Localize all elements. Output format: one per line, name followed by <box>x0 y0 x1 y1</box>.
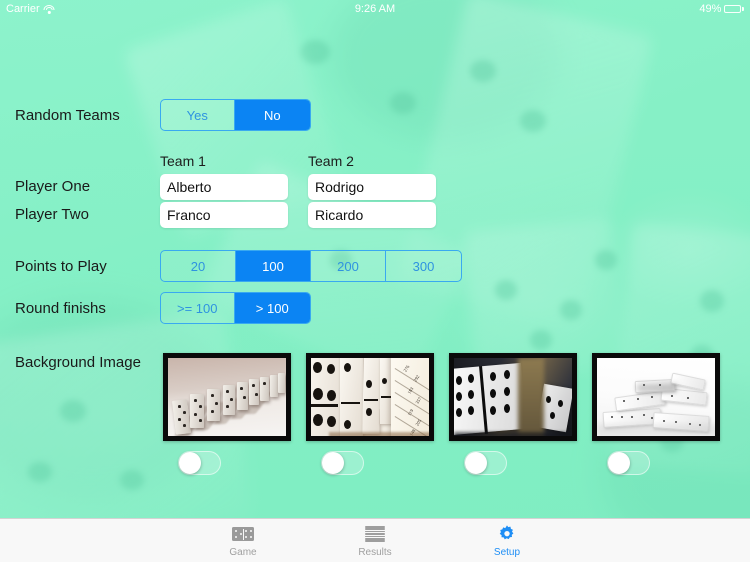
round-finishs-option-gte-100[interactable]: >= 100 <box>161 293 235 323</box>
points-option-20[interactable]: 20 <box>161 251 236 281</box>
round-finishs-segmented-control[interactable]: >= 100 > 100 <box>160 292 311 324</box>
background-image-label: Background Image <box>15 354 141 371</box>
background-thumbnail-domino-white-pile[interactable] <box>592 353 720 441</box>
background-thumbnail-domino-closeup-scoresheet[interactable]: 276 292 183 357 119 205 148 288 301 <box>306 353 434 441</box>
toggle-knob <box>179 452 201 474</box>
random-teams-label: Random Teams <box>15 107 120 124</box>
background-toggle-domino-macro-dark[interactable] <box>464 451 507 475</box>
tab-setup-label: Setup <box>493 547 521 558</box>
status-bar: Carrier 9:26 AM 49% <box>0 0 750 18</box>
tab-game[interactable]: Game <box>203 523 283 558</box>
player-two-label: Player Two <box>15 206 89 223</box>
background-thumbnail-domino-row-beige[interactable] <box>163 353 291 441</box>
tab-results[interactable]: Results <box>335 523 415 558</box>
background-toggle-domino-row-beige[interactable] <box>178 451 221 475</box>
tab-results-label: Results <box>358 547 392 558</box>
team-1-header: Team 1 <box>160 153 206 169</box>
points-option-100[interactable]: 100 <box>236 251 311 281</box>
gear-icon <box>497 523 517 545</box>
background-toggle-domino-closeup-scoresheet[interactable] <box>321 451 364 475</box>
player-one-team1-input[interactable] <box>160 174 288 200</box>
points-to-play-segmented-control[interactable]: 20 100 200 300 <box>160 250 462 282</box>
toggle-knob <box>465 452 487 474</box>
toggle-knob <box>608 452 630 474</box>
player-two-team1-input[interactable] <box>160 202 288 228</box>
random-teams-option-yes[interactable]: Yes <box>161 100 235 130</box>
round-finishs-option-gt-100[interactable]: > 100 <box>234 293 310 323</box>
toggle-knob <box>322 452 344 474</box>
player-one-team2-input[interactable] <box>308 174 436 200</box>
points-to-play-label: Points to Play <box>15 258 107 275</box>
background-toggle-domino-white-pile[interactable] <box>607 451 650 475</box>
status-bar-time: 9:26 AM <box>354 3 396 15</box>
random-teams-segmented-control[interactable]: Yes No <box>160 99 311 131</box>
random-teams-option-no[interactable]: No <box>234 100 310 130</box>
team-2-header: Team 2 <box>308 153 354 169</box>
setup-form: Random Teams Yes No Team 1 Team 2 Player… <box>0 18 750 518</box>
player-one-label: Player One <box>15 178 91 195</box>
tab-setup[interactable]: Setup <box>467 523 547 558</box>
tab-bar: Game Results Setup <box>0 518 750 562</box>
lines-icon <box>365 523 385 545</box>
background-thumbnail-domino-macro-dark[interactable] <box>449 353 577 441</box>
player-two-team2-input[interactable] <box>308 202 436 228</box>
round-finishs-label: Round finishs <box>15 300 106 317</box>
domino-icon <box>232 523 254 545</box>
points-option-300[interactable]: 300 <box>386 251 461 281</box>
tab-game-label: Game <box>229 547 257 558</box>
points-option-200[interactable]: 200 <box>311 251 386 281</box>
